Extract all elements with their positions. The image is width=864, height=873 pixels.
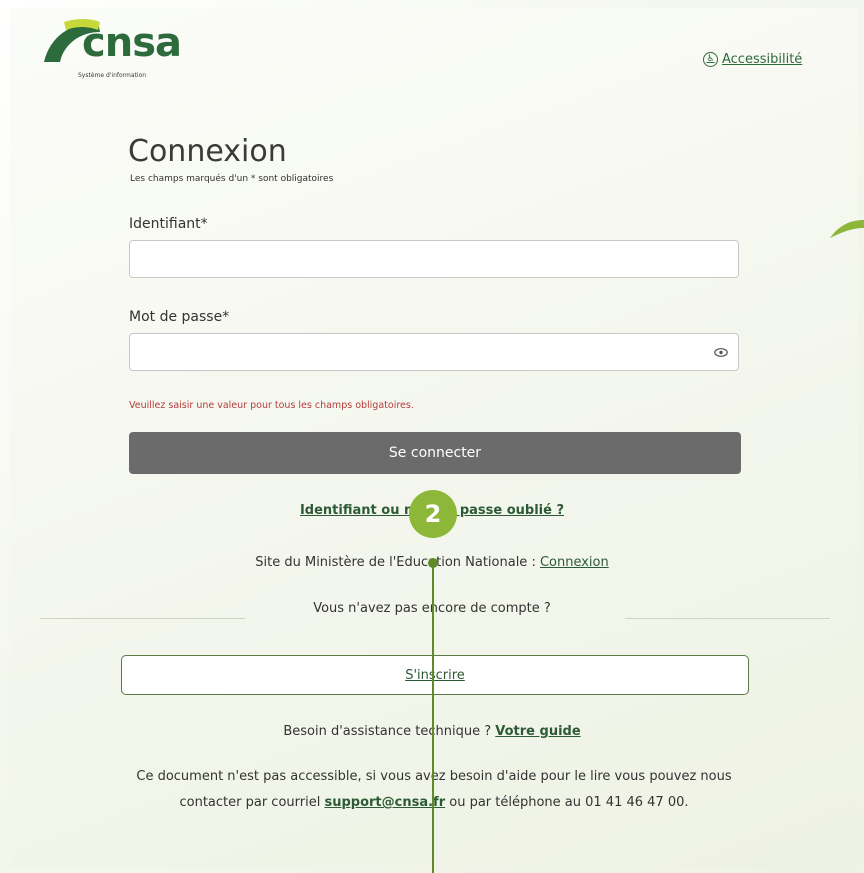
logo-text: cnsa: [82, 20, 182, 66]
register-button[interactable]: S'inscrire: [121, 655, 749, 695]
leaf-icon: [830, 220, 864, 238]
page-title: Connexion: [128, 134, 287, 169]
divider-left: [40, 618, 245, 619]
divider-right: [625, 618, 830, 619]
password-label: Mot de passe*: [129, 309, 230, 325]
annotation-line: [432, 562, 434, 873]
username-label: Identifiant*: [129, 216, 208, 232]
accessibility-icon: ♿: [703, 52, 718, 67]
annotation-step-badge: 2: [409, 490, 457, 538]
education-ministry-text: Site du Ministère de l'Education Nationa…: [255, 555, 540, 570]
accessibility-label: Accessibilité: [722, 52, 803, 67]
annotation-dot: [428, 558, 438, 568]
user-guide-link[interactable]: Votre guide: [495, 724, 580, 739]
password-input[interactable]: [129, 333, 739, 371]
logo-subtitle: Système d'information: [78, 72, 147, 79]
login-button[interactable]: Se connecter: [129, 432, 741, 474]
error-message: Veuillez saisir une valeur pour tous les…: [129, 400, 414, 411]
accessibility-link[interactable]: ♿ Accessibilité: [703, 52, 802, 67]
username-input[interactable]: [129, 240, 739, 278]
show-password-eye-icon[interactable]: [714, 348, 728, 357]
education-ministry-link[interactable]: Connexion: [540, 555, 609, 570]
required-fields-note: Les champs marqués d'un * sont obligatoi…: [130, 174, 334, 184]
cnsa-logo[interactable]: cnsa Système d'information: [42, 18, 182, 88]
accessibility-note-text-after: ou par téléphone au 01 41 46 47 00.: [445, 795, 689, 810]
technical-help-text: Besoin d'assistance technique ?: [283, 724, 496, 739]
support-email-link[interactable]: support@cnsa.fr: [324, 795, 445, 810]
accessibility-note: Ce document n'est pas accessible, si vou…: [120, 764, 748, 816]
